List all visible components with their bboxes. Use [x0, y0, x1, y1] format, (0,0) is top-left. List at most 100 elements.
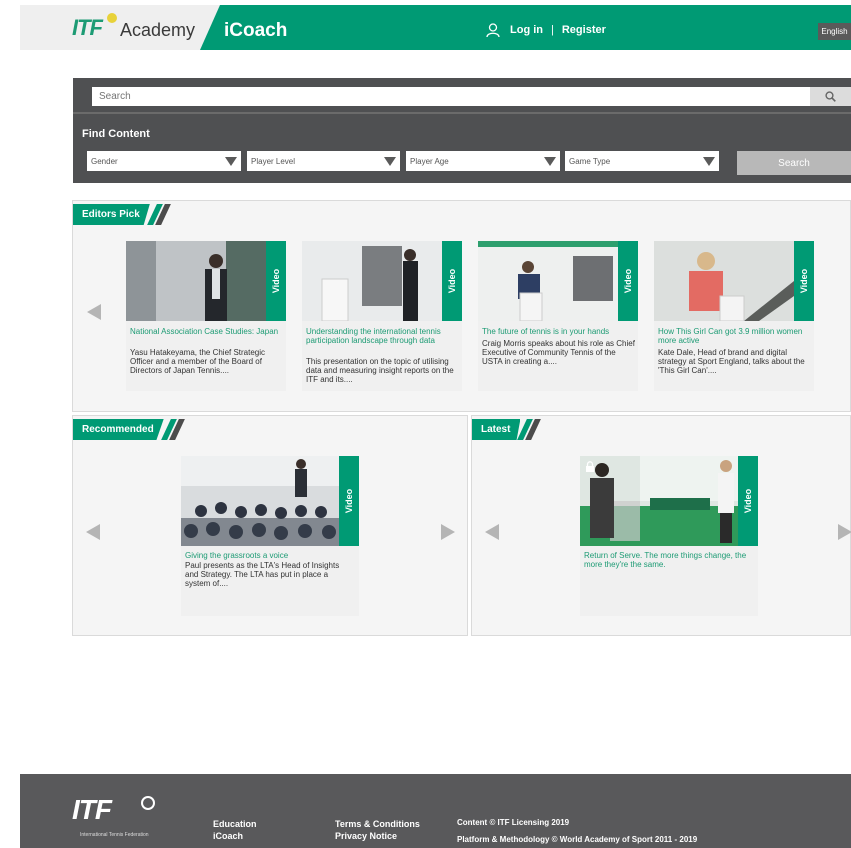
content-card[interactable]: Video National Association Case Studies:…: [126, 241, 286, 391]
content-card[interactable]: Video How This Girl Can got 3.9 million …: [654, 241, 814, 391]
user-icon[interactable]: [486, 23, 500, 37]
presenter-thumbnail: [478, 241, 618, 321]
footer-col-links: Education iCoach: [213, 818, 257, 842]
caret-down-icon: [225, 157, 237, 166]
editors-pick-label: Editors Pick: [73, 204, 150, 225]
editors-pick-tab: Editors Pick: [73, 204, 171, 225]
register-link[interactable]: Register: [562, 24, 606, 36]
academy-logo-text: Academy: [120, 20, 196, 40]
video-badge-label: Video: [623, 268, 633, 294]
editors-pick-section: Editors Pick Video National Association …: [72, 200, 851, 412]
carousel-prev-arrow[interactable]: [87, 304, 101, 320]
video-badge: Video: [266, 241, 286, 321]
card-description: Craig Morris speaks about his role as Ch…: [482, 339, 635, 366]
card-thumbnail[interactable]: Video: [126, 241, 286, 321]
carousel-next-arrow[interactable]: [441, 524, 455, 540]
itf-logo: ITF: [72, 15, 103, 40]
card-description: This presentation on the topic of utilis…: [306, 357, 454, 384]
video-badge: Video: [442, 241, 462, 321]
lock-icon: [586, 461, 594, 472]
speaker-woman-thumbnail: [654, 241, 794, 321]
card-title[interactable]: How This Girl Can got 3.9 million women …: [658, 327, 813, 345]
card-title[interactable]: Return of Serve. The more things change,…: [584, 551, 754, 569]
latest-label: Latest: [472, 419, 521, 440]
card-description: Yasu Hatakeyama, the Chief Strategic Off…: [130, 348, 266, 375]
search-input[interactable]: [92, 87, 810, 106]
search-button[interactable]: [810, 87, 851, 106]
card-description: Paul presents as the LTA's Head of Insig…: [185, 561, 340, 588]
tennis-ball-icon: [107, 13, 117, 23]
recommended-label: Recommended: [73, 419, 164, 440]
footer-link-icoach[interactable]: iCoach: [213, 830, 257, 842]
recommended-section: Recommended Video Giving the grassroots …: [72, 415, 468, 636]
latest-tab: Latest: [472, 419, 542, 440]
card-title[interactable]: Giving the grassroots a voice: [185, 551, 355, 560]
login-link[interactable]: Log in: [510, 24, 543, 36]
content-card[interactable]: Video Understanding the international te…: [302, 241, 462, 391]
video-badge: Video: [618, 241, 638, 321]
card-description: Kate Dale, Head of brand and digital str…: [658, 348, 805, 375]
video-badge-label: Video: [799, 268, 809, 294]
search-icon: [825, 91, 836, 102]
footer-itf-logo: ITF: [72, 794, 112, 825]
card-thumbnail[interactable]: Video: [478, 241, 638, 321]
link-separator: |: [551, 24, 554, 36]
gender-filter-label: Gender: [91, 156, 118, 166]
game-type-filter-label: Game Type: [569, 156, 611, 166]
footer-link-education[interactable]: Education: [213, 818, 257, 830]
video-badge-label: Video: [447, 268, 457, 294]
footer-copyright-platform: Platform & Methodology © World Academy o…: [457, 835, 698, 844]
carousel-prev-arrow[interactable]: [485, 524, 499, 540]
player-level-filter[interactable]: Player Level: [247, 151, 400, 171]
footer-col-legal: Terms & Conditions Privacy Notice: [335, 818, 420, 842]
footer-copyright-content: Content © ITF Licensing 2019: [457, 818, 570, 827]
footer: ITF International Tennis Federation Educ…: [20, 774, 851, 848]
card-thumbnail[interactable]: Video: [580, 456, 758, 546]
card-title[interactable]: Understanding the international tennis p…: [306, 327, 461, 345]
carousel-next-arrow[interactable]: [838, 524, 851, 540]
footer-link-privacy[interactable]: Privacy Notice: [335, 830, 420, 842]
app-title[interactable]: iCoach: [224, 20, 287, 42]
tennis-court-thumbnail: [580, 456, 738, 546]
speaker-thumbnail: [126, 241, 266, 321]
content-card[interactable]: Video Giving the grassroots a voice Paul…: [181, 456, 359, 616]
video-badge-label: Video: [271, 268, 281, 294]
card-title[interactable]: The future of tennis is in your hands: [482, 327, 637, 336]
game-type-filter[interactable]: Game Type: [565, 151, 719, 171]
video-badge: Video: [738, 456, 758, 546]
gender-filter[interactable]: Gender: [87, 151, 241, 171]
video-badge: Video: [339, 456, 359, 546]
latest-section: Latest Video Return of Serve. The more t…: [471, 415, 851, 636]
card-thumbnail[interactable]: Video: [302, 241, 462, 321]
search-panel: Find Content Gender Player Level Player …: [73, 78, 851, 183]
find-content-title: Find Content: [82, 128, 150, 140]
card-title[interactable]: National Association Case Studies: Japan: [130, 327, 285, 336]
audience-thumbnail: [181, 456, 339, 546]
carousel-prev-arrow[interactable]: [86, 524, 100, 540]
caret-down-icon: [384, 157, 396, 166]
content-card[interactable]: Video The future of tennis is in your ha…: [478, 241, 638, 391]
caret-down-icon: [544, 157, 556, 166]
footer-copyright: Content © ITF Licensing 2019 Platform & …: [457, 814, 697, 848]
tennis-ball-icon: [141, 796, 155, 810]
player-level-filter-label: Player Level: [251, 156, 296, 166]
video-badge-label: Video: [743, 488, 753, 514]
logo-area[interactable]: ITF Academy: [20, 5, 220, 50]
footer-link-terms[interactable]: Terms & Conditions: [335, 818, 420, 830]
video-badge-label: Video: [344, 488, 354, 514]
video-badge: Video: [794, 241, 814, 321]
language-selector[interactable]: English: [818, 23, 851, 40]
find-search-button[interactable]: Search: [737, 151, 851, 175]
player-age-filter[interactable]: Player Age: [406, 151, 560, 171]
content-card[interactable]: Video Return of Serve. The more things c…: [580, 456, 758, 616]
card-thumbnail[interactable]: Video: [181, 456, 359, 546]
recommended-tab: Recommended: [73, 419, 185, 440]
top-header: ITF Academy iCoach Log in | Register Eng…: [20, 5, 851, 50]
search-row: [73, 78, 851, 114]
card-thumbnail[interactable]: Video: [654, 241, 814, 321]
conference-stage-thumbnail: [302, 241, 442, 321]
player-age-filter-label: Player Age: [410, 156, 449, 166]
caret-down-icon: [703, 157, 715, 166]
account-links: Log in | Register: [486, 23, 606, 37]
footer-logo-subtitle: International Tennis Federation: [80, 832, 149, 838]
